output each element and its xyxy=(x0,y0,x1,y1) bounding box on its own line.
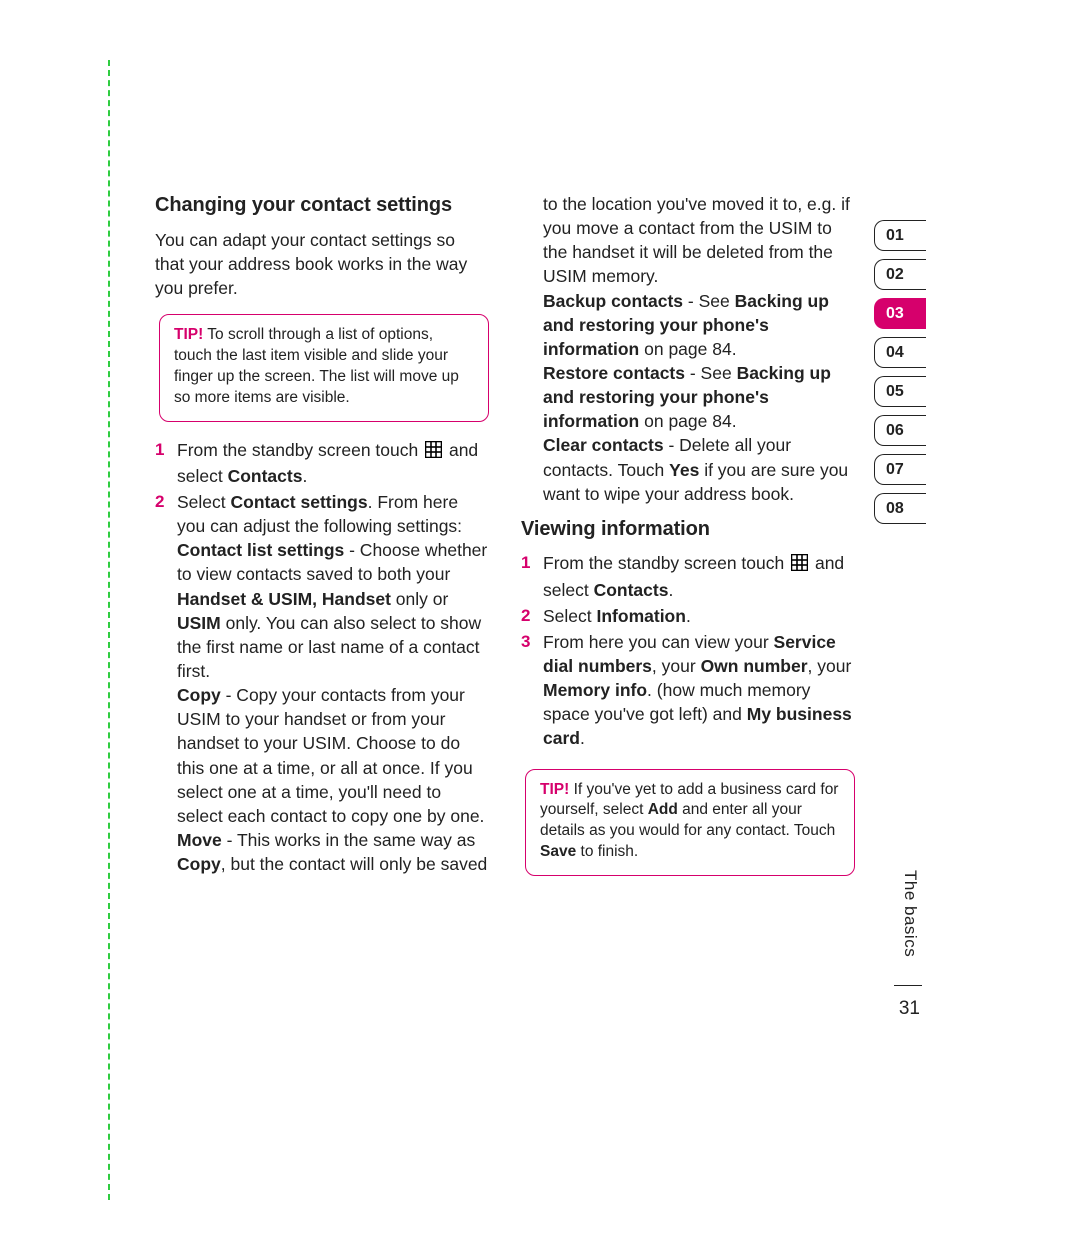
text: - See xyxy=(685,363,737,383)
step-1: 1 From the standby screen touch and sele… xyxy=(521,551,855,601)
step-number: 2 xyxy=(521,604,530,627)
heading-changing-contact-settings: Changing your contact settings xyxy=(155,192,489,220)
bold-copy-ref: Copy xyxy=(177,854,221,874)
menu-grid-icon xyxy=(791,553,808,577)
tip-label: TIP! xyxy=(174,326,203,343)
step-number: 3 xyxy=(521,630,530,653)
section-side-label: The basics xyxy=(900,870,920,957)
bold-information: Infomation xyxy=(597,606,686,626)
step-number: 1 xyxy=(521,551,530,574)
step-1: 1 From the standby screen touch and sele… xyxy=(155,438,489,488)
text: , your xyxy=(652,656,701,676)
text: only. You can also select to show the fi… xyxy=(177,613,481,681)
text: to finish. xyxy=(576,843,638,860)
text: . xyxy=(686,606,691,626)
text: From the standby screen touch xyxy=(177,440,423,460)
tip-box-business-card: TIP! If you've yet to add a business car… xyxy=(525,769,855,877)
page-number: 31 xyxy=(899,998,920,1020)
text: . xyxy=(668,580,673,600)
page-content: Changing your contact settings You can a… xyxy=(155,192,855,884)
text: . xyxy=(302,466,307,486)
bold-yes: Yes xyxy=(669,460,699,480)
bold-move: Move xyxy=(177,830,222,850)
bold-usim: USIM xyxy=(177,613,221,633)
tab-06[interactable]: 06 xyxy=(874,415,926,446)
tip-text: To scroll through a list of options, tou… xyxy=(174,326,459,406)
tab-05[interactable]: 05 xyxy=(874,376,926,407)
step-number: 1 xyxy=(155,438,164,461)
bold-contact-settings: Contact settings xyxy=(231,492,368,512)
text: only or xyxy=(391,589,448,609)
heading-viewing-information: Viewing information xyxy=(521,516,855,544)
steps-list-2: 1 From the standby screen touch and sele… xyxy=(521,551,855,750)
bold-memory-info: Memory info xyxy=(543,680,647,700)
text: From the standby screen touch xyxy=(543,553,789,573)
text: on page 84. xyxy=(639,339,736,359)
text: Select xyxy=(177,492,231,512)
tab-08[interactable]: 08 xyxy=(874,493,926,524)
tab-07[interactable]: 07 xyxy=(874,454,926,485)
text: , your xyxy=(808,656,852,676)
side-divider xyxy=(894,985,922,986)
bold-contacts: Contacts xyxy=(228,466,303,486)
tip-box-scroll: TIP! To scroll through a list of options… xyxy=(159,314,489,422)
tab-03[interactable]: 03 xyxy=(874,298,926,329)
bold-copy: Copy xyxy=(177,685,221,705)
step-3: 3 From here you can view your Service di… xyxy=(521,630,855,751)
bold-own-number: Own number xyxy=(701,656,808,676)
bold-handset-usim: Handset & USIM, Handset xyxy=(177,589,391,609)
bold-restore-contacts: Restore contacts xyxy=(543,363,685,383)
bold-backup-contacts: Backup contacts xyxy=(543,291,683,311)
bold-save: Save xyxy=(540,843,576,860)
bold-clear-contacts: Clear contacts xyxy=(543,435,664,455)
intro-paragraph: You can adapt your contact settings so t… xyxy=(155,228,489,300)
text: - Copy your contacts from your USIM to y… xyxy=(177,685,484,826)
chapter-tabs: 01 02 03 04 05 06 07 08 xyxy=(874,220,926,532)
bold-add: Add xyxy=(648,801,678,818)
left-dashed-rule xyxy=(108,60,110,1200)
menu-grid-icon xyxy=(425,440,442,464)
step-number: 2 xyxy=(155,490,164,513)
text: Select xyxy=(543,606,597,626)
step-2: 2 Select Infomation. xyxy=(521,604,855,628)
text: on page 84. xyxy=(639,411,736,431)
tab-04[interactable]: 04 xyxy=(874,337,926,368)
bold-contacts: Contacts xyxy=(594,580,669,600)
text: . xyxy=(580,728,585,748)
tip-label: TIP! xyxy=(540,781,569,798)
text: From here you can view your xyxy=(543,632,774,652)
tab-02[interactable]: 02 xyxy=(874,259,926,290)
text: - This works in the same way as xyxy=(222,830,476,850)
tab-01[interactable]: 01 xyxy=(874,220,926,251)
bold-contact-list-settings: Contact list settings xyxy=(177,540,344,560)
text: - See xyxy=(683,291,735,311)
